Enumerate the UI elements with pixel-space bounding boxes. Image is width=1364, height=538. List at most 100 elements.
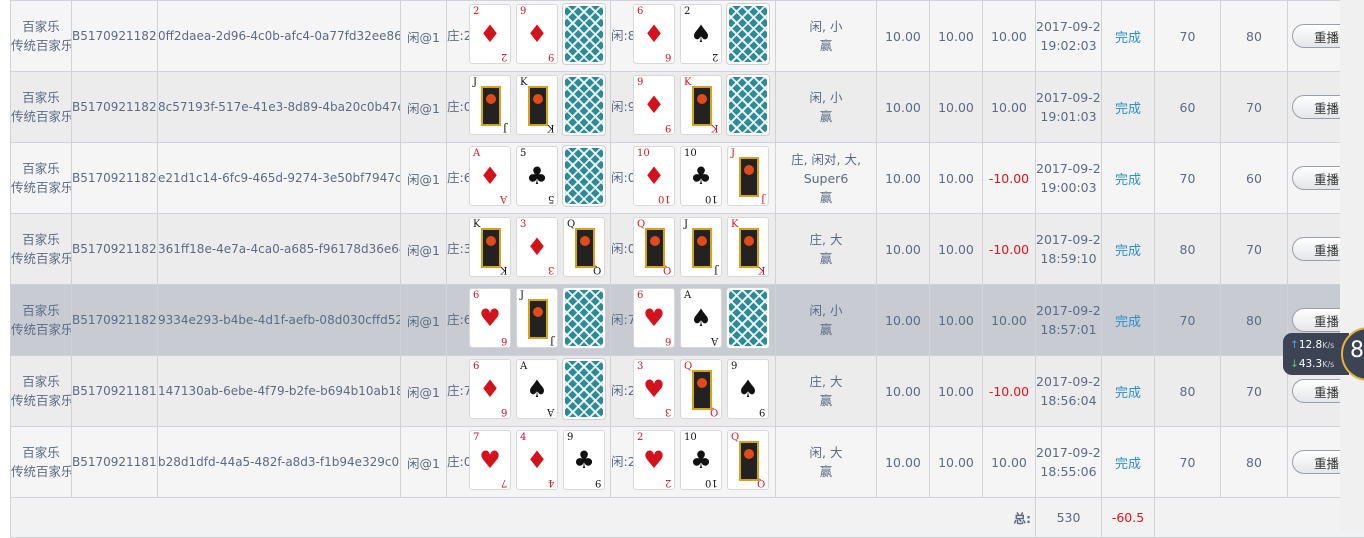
- game-cell: 百家乐传统百家乐: [11, 356, 72, 427]
- card-rank-corner: A: [500, 193, 507, 204]
- player-cards-cell: 闲:866♦22♠: [611, 1, 776, 72]
- card-rank: A: [520, 361, 527, 372]
- face-card-figure-icon: [481, 228, 501, 268]
- game-cell: 百家乐传统百家乐: [11, 1, 72, 72]
- table-row: 百家乐传统百家乐B517092118250ff2daea-2d96-4c0b-a…: [11, 1, 1364, 72]
- card-rank-corner: J: [550, 335, 554, 346]
- table-row: 百家乐传统百家乐B51709211818b28d1dfd-44a5-482f-a…: [11, 427, 1364, 498]
- card-rank: J: [684, 219, 688, 230]
- result-extra: Super6: [776, 169, 876, 188]
- game-type: 百家乐: [11, 301, 71, 320]
- banker-card-back: [563, 146, 605, 206]
- banker-card: AA♦: [469, 146, 511, 206]
- banker-card: 66♥: [469, 288, 511, 348]
- card-suit-icon: ♠: [681, 19, 721, 49]
- result-text: 庄, 大: [776, 230, 876, 249]
- bet-id: B51709211823: [72, 143, 158, 214]
- card-rank-corner: 2: [712, 51, 718, 62]
- card-suit-icon: ♦: [634, 161, 674, 191]
- player-card: 99♦: [633, 75, 675, 135]
- player-hand: 闲:0QQJJKK: [611, 217, 775, 281]
- banker-cards-cell: 庄:077♥44♦99♣: [447, 427, 611, 498]
- bet-time: 2017-09-2118:55:06: [1036, 427, 1102, 498]
- card-suit-icon: ♦: [517, 445, 557, 475]
- balance-after: 70: [1221, 356, 1288, 427]
- card-rank: 3: [520, 219, 526, 230]
- bet-amount: 10.00: [877, 285, 930, 356]
- card-rank: Q: [567, 219, 575, 230]
- result-outcome: 赢: [776, 107, 876, 126]
- balance-after: 80: [1221, 285, 1288, 356]
- player-card: JJ: [727, 146, 769, 206]
- face-card-figure-icon: [739, 228, 759, 268]
- balance-before: 70: [1155, 427, 1221, 498]
- table-row: 百家乐传统百家乐B517092118248c57193f-517e-41e3-8…: [11, 72, 1364, 143]
- bet-clock: 19:00:03: [1036, 178, 1101, 197]
- card-rank-corner: 5: [548, 193, 554, 204]
- round-uuid: 0ff2daea-2d96-4c0b-afc4-0a77fd32ee86: [158, 1, 401, 72]
- network-speed-widget[interactable]: ↑12.8K/s ↓43.3K/s 8: [1283, 333, 1364, 375]
- face-card-figure-icon: [692, 86, 712, 126]
- result-text: 闲, 小: [776, 17, 876, 36]
- game-subtype: 传统百家乐: [11, 320, 71, 339]
- status-badge: 完成: [1102, 214, 1155, 285]
- card-suit-icon: ♠: [517, 374, 557, 404]
- card-rank: 10: [684, 148, 697, 159]
- banker-card-back: [563, 359, 605, 419]
- card-suit-icon: ♠: [728, 374, 768, 404]
- card-suit-icon: ♥: [634, 303, 674, 333]
- bet-id: B51709211819: [72, 356, 158, 427]
- result-cell: 庄, 大赢: [776, 214, 877, 285]
- right-margin: [1340, 0, 1364, 531]
- game-subtype: 传统百家乐: [11, 107, 71, 126]
- round-uuid: 8c57193f-517e-41e3-8d89-4ba20c0b47e7: [158, 72, 401, 143]
- bet-clock: 18:56:04: [1036, 391, 1101, 410]
- totals-row: 总: 530 -60.5: [11, 498, 1364, 538]
- face-card-figure-icon: [692, 370, 712, 410]
- game-type: 百家乐: [11, 159, 71, 178]
- result-cell: 闲, 小赢: [776, 72, 877, 143]
- game-type: 百家乐: [11, 372, 71, 391]
- banker-hand: 庄:6AA♦55♣: [447, 146, 610, 210]
- card-suit-icon: ♦: [470, 19, 510, 49]
- download-speed: ↓43.3K/s: [1290, 358, 1334, 371]
- network-speed-box: ↑12.8K/s ↓43.3K/s: [1283, 333, 1349, 375]
- valid-amount: 10.00: [930, 285, 983, 356]
- game-type: 百家乐: [11, 230, 71, 249]
- result-outcome: 赢: [776, 391, 876, 410]
- player-hand: 闲:222♥1010♣QQ: [611, 430, 775, 494]
- valid-amount: 10.00: [930, 143, 983, 214]
- player-cards-cell: 闲:999♦KK: [611, 72, 776, 143]
- bet-id: B51709211818: [72, 427, 158, 498]
- banker-card: JJ: [516, 288, 558, 348]
- banker-card-back: [563, 75, 605, 135]
- bet-clock: 18:59:10: [1036, 249, 1101, 268]
- banker-hand: 庄:077♥44♦99♣: [447, 430, 610, 494]
- bet-time: 2017-09-2118:57:01: [1036, 285, 1102, 356]
- bet-history-table-wrap: 百家乐传统百家乐B517092118250ff2daea-2d96-4c0b-a…: [10, 0, 1340, 538]
- banker-hand: 庄:666♥JJ: [447, 288, 610, 352]
- game-type: 百家乐: [11, 17, 71, 36]
- bet-id: B51709211822: [72, 214, 158, 285]
- balance-after: 70: [1221, 214, 1288, 285]
- card-rank: 4: [520, 432, 526, 443]
- result-text: 闲, 大: [776, 443, 876, 462]
- result-cell: 庄, 闲对, 大,Super6赢: [776, 143, 877, 214]
- bet-date: 2017-09-21: [1036, 17, 1101, 36]
- player-card-back: [727, 4, 769, 64]
- card-suit-icon: ♦: [470, 161, 510, 191]
- download-unit: K/s: [1322, 360, 1334, 369]
- player-card: QQ: [680, 359, 722, 419]
- banker-cards-cell: 庄:3KK33♦QQ: [447, 214, 611, 285]
- upload-unit: K/s: [1322, 341, 1334, 350]
- card-rank: 6: [637, 290, 643, 301]
- win-loss-amount: 10.00: [983, 1, 1036, 72]
- player-cards-cell: 闲:766♥AA♠: [611, 285, 776, 356]
- result-outcome: 赢: [776, 249, 876, 268]
- player-cards-cell: 闲:222♥1010♣QQ: [611, 427, 776, 498]
- card-suit-icon: ♣: [564, 445, 604, 475]
- bet-id: B51709211820: [72, 285, 158, 356]
- player-hand: 闲:999♦KK: [611, 75, 775, 139]
- balance-after: 80: [1221, 1, 1288, 72]
- result-outcome: 赢: [776, 36, 876, 55]
